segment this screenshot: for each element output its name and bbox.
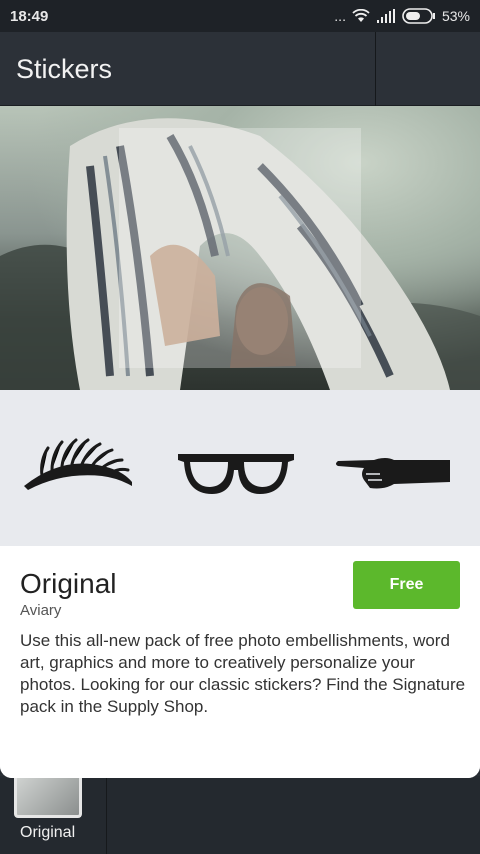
pack-title: Original: [20, 568, 117, 599]
hero-highlight-overlay: [119, 128, 361, 368]
signal-icon: [376, 9, 396, 23]
tray-pack-thumbnail[interactable]: [14, 778, 82, 818]
tray-divider: [106, 778, 107, 854]
pack-info: Original Aviary Free Use this all-new pa…: [0, 546, 480, 778]
sticker-tray: Original: [0, 778, 480, 854]
page-title: Stickers: [16, 54, 113, 84]
battery-percent: 53%: [441, 8, 470, 24]
pack-description: Use this all-new pack of free photo embe…: [20, 631, 466, 716]
header-divider: [375, 32, 376, 106]
status-bar: 18:49 ... 53%: [0, 0, 480, 32]
sticker-preview-row: [0, 390, 480, 546]
glasses-icon: [176, 450, 296, 501]
battery-icon: [402, 8, 436, 24]
tray-pack-label[interactable]: Original: [20, 824, 75, 842]
app-header: Stickers: [0, 32, 480, 106]
sticker-pack-sheet: Original Aviary Free Use this all-new pa…: [0, 106, 480, 778]
pointing-hand-icon: [334, 452, 454, 497]
wifi-icon: [352, 9, 370, 23]
status-time: 18:49: [10, 7, 49, 25]
status-icons: ... 53%: [334, 8, 470, 24]
hero-image: [0, 106, 480, 390]
eyelash-icon: [22, 436, 134, 497]
notification-dots: ...: [334, 8, 346, 24]
free-download-button[interactable]: Free: [353, 561, 460, 609]
pack-author: Aviary: [20, 602, 62, 619]
